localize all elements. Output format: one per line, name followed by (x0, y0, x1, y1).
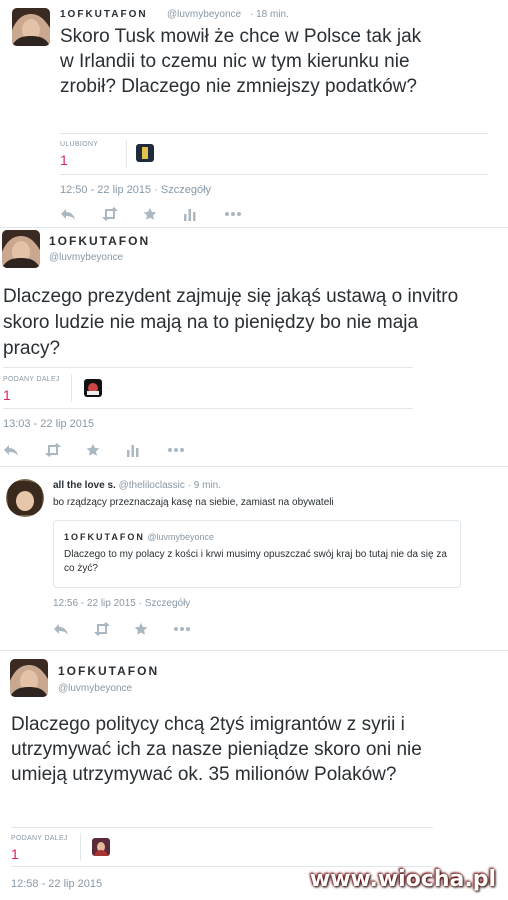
quoted-header: 1OFKUTAFON @luvmybeyonce (64, 532, 214, 542)
reply-icon[interactable] (60, 207, 78, 221)
tweet-text: Dlaczego prezydent zajmuję się jakąś ust… (3, 286, 459, 359)
username[interactable]: @luvmybeyonce (58, 683, 132, 694)
retweeted-by-avatar[interactable] (84, 379, 102, 397)
display-name[interactable]: 1OFKUTAFON (60, 9, 148, 20)
retweet-icon[interactable] (93, 622, 111, 636)
details-link[interactable]: · Szczegóły (139, 598, 191, 609)
tweet-actions (3, 443, 208, 457)
quoted-username[interactable]: @luvmybeyonce (147, 532, 214, 542)
quoted-tweet[interactable]: 1OFKUTAFON @luvmybeyonce Dlaczego to my … (53, 520, 461, 588)
tweet-time[interactable]: · 9 min. (188, 480, 221, 491)
divider (0, 227, 508, 228)
reply-icon[interactable] (53, 622, 71, 636)
favorites-label: ULUBIONY (60, 141, 99, 148)
tweet-text: Dlaczego politycy chcą 2tyś imigrantów z… (11, 714, 422, 785)
display-name[interactable]: 1OFKUTAFON (49, 234, 150, 248)
divider (3, 367, 413, 368)
tweet-date[interactable]: 12:50 - 22 lip 2015 (60, 184, 151, 196)
timestamp[interactable]: 12:56 - 22 lip 2015 · Szczegóły (53, 598, 190, 609)
tweet-date[interactable]: 12:56 - 22 lip 2015 (53, 598, 136, 609)
divider (71, 374, 72, 402)
retweet-icon[interactable] (101, 207, 119, 221)
divider (3, 408, 413, 409)
reply-icon[interactable] (3, 443, 21, 457)
details-link[interactable]: · Szczegóły (154, 184, 211, 196)
more-dots-icon[interactable] (173, 622, 191, 636)
retweet-icon[interactable] (44, 443, 62, 457)
more-dots-icon[interactable] (167, 443, 185, 457)
analytics-icon[interactable] (126, 443, 144, 457)
username[interactable]: @theliloclassic (119, 480, 185, 491)
timestamp[interactable]: 12:50 - 22 lip 2015 · Szczegóły (60, 184, 211, 196)
tweet-time[interactable]: · 18 min. (250, 9, 289, 20)
avatar[interactable] (6, 479, 44, 517)
display-name[interactable]: all the love s. (53, 480, 116, 491)
watermark-logo: www.wiocha.pl (309, 867, 496, 892)
retweeted-by-avatar[interactable] (92, 838, 110, 856)
retweets-label: PODANY DALEJ (11, 835, 68, 842)
favorite-star-icon[interactable] (142, 207, 160, 221)
retweets-count[interactable]: 1 (3, 387, 11, 403)
divider (60, 174, 488, 175)
tweet-date[interactable]: 12:58 - 22 lip 2015 (11, 878, 102, 890)
tweet-text: bo rządzący przeznaczają kasę na siebie,… (53, 497, 334, 508)
favorite-star-icon[interactable] (85, 443, 103, 457)
quoted-text: Dlaczego to my polacy z kości i krwi mus… (64, 549, 447, 574)
tweet-text: Skoro Tusk mowił że chce w Polsce tak ja… (60, 26, 422, 97)
avatar[interactable] (12, 8, 50, 46)
retweets-label: PODANY DALEJ (3, 376, 60, 383)
tweet-actions (53, 622, 214, 636)
username[interactable]: @luvmybeyonce (49, 252, 123, 263)
favorited-by-avatar[interactable] (136, 144, 154, 162)
avatar[interactable] (2, 230, 40, 268)
divider (0, 466, 508, 467)
divider (11, 827, 433, 828)
more-dots-icon[interactable] (224, 207, 242, 221)
tweet-actions (60, 207, 265, 221)
username[interactable]: @luvmybeyonce (167, 9, 241, 20)
divider (60, 133, 488, 134)
divider (126, 140, 127, 168)
retweets-count[interactable]: 1 (11, 846, 19, 862)
avatar[interactable] (10, 659, 48, 697)
favorite-star-icon[interactable] (133, 622, 151, 636)
divider (0, 650, 508, 651)
tweet-header: all the love s. @theliloclassic · 9 min. (53, 480, 221, 491)
display-name[interactable]: 1OFKUTAFON (58, 664, 159, 678)
divider (80, 833, 81, 861)
tweet-date[interactable]: 13:03 - 22 lip 2015 (3, 418, 94, 430)
quoted-display-name[interactable]: 1OFKUTAFON (64, 532, 145, 542)
favorites-count[interactable]: 1 (60, 152, 68, 168)
analytics-icon[interactable] (183, 207, 201, 221)
